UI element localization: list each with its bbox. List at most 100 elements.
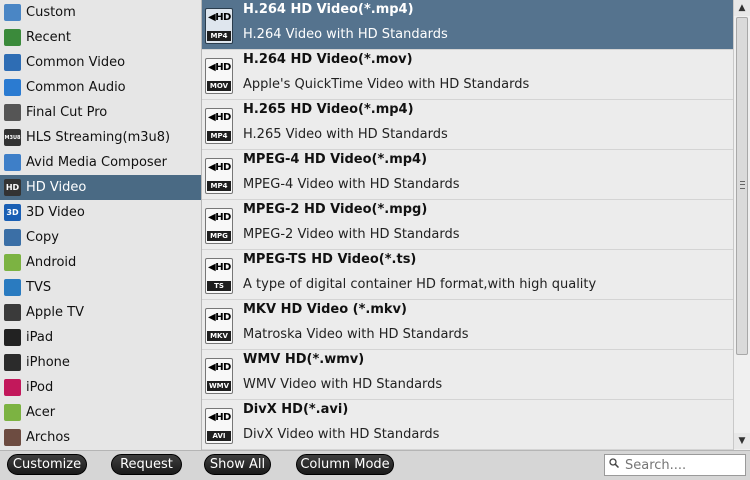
scroll-down-arrow-icon[interactable]: ▼ — [734, 433, 750, 449]
column-mode-button[interactable]: Column Mode — [296, 454, 394, 475]
sidebar-item-custom[interactable]: Custom — [0, 0, 201, 25]
sidebar-item-ipod[interactable]: iPod — [0, 375, 201, 400]
hd-mpg-icon: ◀HD MPG — [205, 208, 233, 244]
grip-icon — [740, 181, 745, 189]
search-input[interactable] — [625, 455, 743, 475]
sidebar-item-acer[interactable]: Acer — [0, 400, 201, 425]
format-row[interactable]: ◀HD TS MPEG-TS HD Video(*.ts) A type of dig… — [202, 250, 733, 300]
sidebar-item-label: Android — [26, 255, 77, 270]
hd-mov-icon: ◀HD MOV — [205, 58, 233, 94]
format-extension-badge: AVI — [207, 431, 231, 441]
hd-logo-icon: ◀HD — [208, 412, 231, 423]
copy-icon — [4, 229, 21, 246]
format-extension-badge: MP4 — [207, 31, 231, 41]
hd-icon: HD — [4, 179, 21, 196]
tv-icon — [4, 279, 21, 296]
search-box[interactable] — [604, 454, 746, 476]
format-title: MPEG-2 HD Video(*.mpg) — [243, 202, 428, 217]
music-note-icon — [4, 79, 21, 96]
scrollbar-thumb[interactable] — [736, 17, 748, 355]
sidebar-item-common-audio[interactable]: Common Audio — [0, 75, 201, 100]
sidebar-item-label: Custom — [26, 5, 76, 20]
format-extension-badge: MPG — [207, 231, 231, 241]
format-title: H.265 HD Video(*.mp4) — [243, 102, 414, 117]
search-icon — [609, 458, 619, 468]
sidebar-item-ipad[interactable]: iPad — [0, 325, 201, 350]
format-list-scrollbar[interactable]: ▲ ▼ — [733, 0, 750, 450]
sidebar-item-apple-tv[interactable]: Apple TV — [0, 300, 201, 325]
format-row[interactable]: ◀HD MP4 H.264 HD Video(*.mp4) H.264 Video w… — [202, 0, 733, 50]
sidebar-item-label: iPad — [26, 330, 54, 345]
format-row[interactable]: ◀HD MOV H.264 HD Video(*.mov) Apple's Quick… — [202, 50, 733, 100]
ipod-icon — [4, 379, 21, 396]
avid-icon — [4, 154, 21, 171]
format-extension-badge: MP4 — [207, 131, 231, 141]
sidebar-item-label: iPhone — [26, 355, 70, 370]
sidebar-item-label: TVS — [26, 280, 52, 295]
sidebar-item-android[interactable]: Android — [0, 250, 201, 275]
request-button[interactable]: Request — [111, 454, 182, 475]
format-row[interactable]: ◀HD AVI DivX HD(*.avi) DivX Video with HD S… — [202, 400, 733, 450]
hd-logo-icon: ◀HD — [208, 312, 231, 323]
sidebar-item-recent[interactable]: Recent — [0, 25, 201, 50]
format-row[interactable]: ◀HD MP4 H.265 HD Video(*.mp4) H.265 Video w… — [202, 100, 733, 150]
sidebar-item-avid-media-composer[interactable]: Avid Media Composer — [0, 150, 201, 175]
format-extension-badge: MOV — [207, 81, 231, 91]
sidebar-item-label: Archos — [26, 430, 71, 445]
format-description: MPEG-4 Video with HD Standards — [243, 177, 460, 192]
archos-icon — [4, 429, 21, 446]
category-sidebar: Custom Recent Common Video Common Audio Fina… — [0, 0, 202, 450]
hd-logo-icon: ◀HD — [208, 212, 231, 223]
acer-icon — [4, 404, 21, 421]
hd-mkv-icon: ◀HD MKV — [205, 308, 233, 344]
sidebar-item-label: iPod — [26, 380, 54, 395]
format-description: MPEG-2 Video with HD Standards — [243, 227, 460, 242]
sidebar-item-label: 3D Video — [26, 205, 85, 220]
sidebar-item-label: Final Cut Pro — [26, 105, 108, 120]
format-extension-badge: MKV — [207, 331, 231, 341]
format-description: Apple's QuickTime Video with HD Standard… — [243, 77, 530, 92]
format-list: ◀HD MP4 H.264 HD Video(*.mp4) H.264 Video w… — [202, 0, 733, 450]
hd-mp4-icon: ◀HD MP4 — [205, 158, 233, 194]
sidebar-item-iphone[interactable]: iPhone — [0, 350, 201, 375]
sidebar-item-label: Apple TV — [26, 305, 84, 320]
format-title: WMV HD(*.wmv) — [243, 352, 365, 367]
format-extension-badge: TS — [207, 281, 231, 291]
sidebar-item-hls-streaming-m3u8[interactable]: M3U8 HLS Streaming(m3u8) — [0, 125, 201, 150]
sidebar-item-label: Recent — [26, 30, 71, 45]
format-description: Matroska Video with HD Standards — [243, 327, 469, 342]
format-row[interactable]: ◀HD MPG MPEG-2 HD Video(*.mpg) MPEG-2 Video… — [202, 200, 733, 250]
format-title: H.264 HD Video(*.mov) — [243, 52, 413, 67]
sidebar-item-hd-video[interactable]: HD HD Video — [0, 175, 201, 200]
sidebar-item-3d-video[interactable]: 3D 3D Video — [0, 200, 201, 225]
format-row[interactable]: ◀HD WMV WMV HD(*.wmv) WMV Video with HD Sta… — [202, 350, 733, 400]
show-all-button[interactable]: Show All — [204, 454, 271, 475]
m3u8-icon: M3U8 — [4, 129, 21, 146]
hd-logo-icon: ◀HD — [208, 112, 231, 123]
folder-icon — [4, 4, 21, 21]
hd-logo-icon: ◀HD — [208, 62, 231, 73]
apple-tv-icon — [4, 304, 21, 321]
sidebar-item-label: HD Video — [26, 180, 87, 195]
format-description: A type of digital container HD format,wi… — [243, 277, 597, 292]
sidebar-item-final-cut-pro[interactable]: Final Cut Pro — [0, 100, 201, 125]
scroll-up-arrow-icon[interactable]: ▲ — [734, 0, 750, 16]
hd-avi-icon: ◀HD AVI — [205, 408, 233, 444]
hd-wmv-icon: ◀HD WMV — [205, 358, 233, 394]
customize-button[interactable]: Customize — [7, 454, 87, 475]
sidebar-item-copy[interactable]: Copy — [0, 225, 201, 250]
sidebar-item-common-video[interactable]: Common Video — [0, 50, 201, 75]
ipad-icon — [4, 329, 21, 346]
hd-logo-icon: ◀HD — [208, 12, 231, 23]
iphone-icon — [4, 354, 21, 371]
format-title: MPEG-TS HD Video(*.ts) — [243, 252, 417, 267]
format-extension-badge: WMV — [207, 381, 231, 391]
sidebar-item-label: Common Audio — [26, 80, 126, 95]
format-description: H.265 Video with HD Standards — [243, 127, 448, 142]
format-row[interactable]: ◀HD MP4 MPEG-4 HD Video(*.mp4) MPEG-4 Video… — [202, 150, 733, 200]
sidebar-item-tvs[interactable]: TVS — [0, 275, 201, 300]
sidebar-item-label: HLS Streaming(m3u8) — [26, 130, 171, 145]
format-row[interactable]: ◀HD MKV MKV HD Video (*.mkv) Matroska Video… — [202, 300, 733, 350]
bottom-toolbar: Customize Request Show All Column Mode — [0, 450, 750, 480]
sidebar-item-archos[interactable]: Archos — [0, 425, 201, 450]
